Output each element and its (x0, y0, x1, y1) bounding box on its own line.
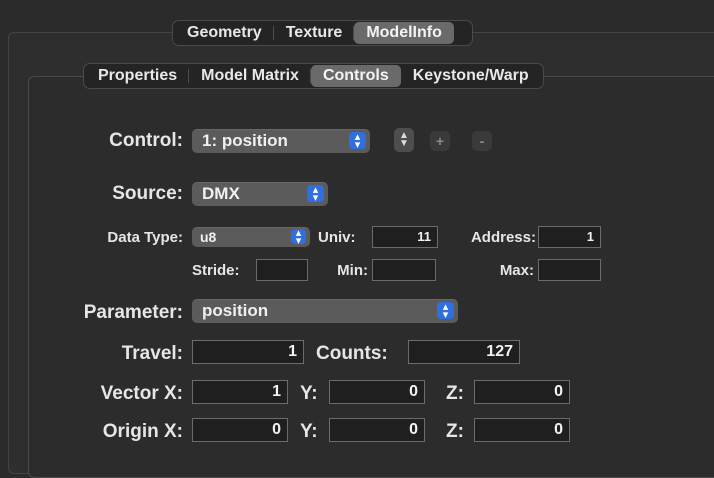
vector-z-label: Z: (446, 383, 464, 404)
travel-label: Travel: (121, 343, 183, 364)
origin-x-field[interactable]: 0 (192, 418, 288, 442)
parameter-popup[interactable]: position ▴ ▾ (192, 299, 458, 323)
chevron-updown-icon: ▴ ▾ (291, 227, 306, 246)
control-label: Control: (109, 130, 183, 151)
origin-z-label: Z: (446, 421, 464, 442)
top-tab-bar: Geometry Texture ModelInfo (172, 20, 473, 46)
chevron-updown-icon: ▴ ▾ (307, 184, 324, 203)
counts-label: Counts: (316, 343, 388, 364)
tab-model-matrix[interactable]: Model Matrix (189, 65, 311, 87)
parameter-label: Parameter: (83, 302, 183, 323)
tab-keystone-warp[interactable]: Keystone/Warp (401, 65, 541, 87)
stride-label: Stride: (192, 262, 240, 279)
vector-x-field[interactable]: 1 (192, 380, 288, 404)
source-label: Source: (112, 183, 183, 204)
max-field[interactable] (538, 259, 601, 281)
travel-field[interactable]: 1 (192, 340, 304, 364)
stepper-down-icon[interactable]: ▼ (399, 139, 409, 149)
data-type-popup[interactable]: u8 ▴ ▾ (192, 227, 310, 247)
univ-label: Univ: (318, 229, 356, 246)
source-popup[interactable]: DMX ▴ ▾ (192, 182, 328, 206)
tab-geometry[interactable]: Geometry (175, 22, 274, 44)
control-popup[interactable]: 1: position ▴ ▾ (192, 129, 370, 153)
max-label: Max: (499, 262, 534, 279)
origin-x-label: Origin X: (102, 421, 183, 442)
address-label: Address: (470, 229, 536, 246)
origin-y-label: Y: (300, 421, 318, 442)
data-type-value: u8 (200, 229, 217, 245)
tab-controls[interactable]: Controls (310, 65, 401, 87)
chevron-updown-icon: ▴ ▾ (437, 301, 454, 320)
vector-x-label: Vector X: (100, 383, 183, 404)
origin-z-field[interactable]: 0 (474, 418, 570, 442)
source-value: DMX (202, 184, 240, 203)
tab-bar-end (454, 22, 470, 44)
vector-z-field[interactable]: 0 (474, 380, 570, 404)
min-field[interactable] (372, 259, 436, 281)
tab-modelinfo[interactable]: ModelInfo (354, 22, 454, 44)
min-label: Min: (337, 262, 368, 279)
data-type-label: Data Type: (107, 229, 183, 246)
control-value: 1: position (202, 131, 288, 150)
sub-tab-bar: Properties Model Matrix Controls Keyston… (83, 63, 544, 89)
tab-texture[interactable]: Texture (274, 22, 355, 44)
control-stepper[interactable]: ▲ ▼ (394, 128, 414, 152)
address-field[interactable]: 1 (538, 226, 601, 248)
origin-y-field[interactable]: 0 (329, 418, 425, 442)
parameter-value: position (202, 301, 269, 320)
counts-field[interactable]: 127 (408, 340, 520, 364)
univ-field[interactable]: 11 (372, 226, 438, 248)
tab-properties[interactable]: Properties (86, 65, 190, 87)
vector-y-label: Y: (300, 383, 318, 404)
stride-field[interactable] (256, 259, 308, 281)
vector-y-field[interactable]: 0 (329, 380, 425, 404)
remove-control-button[interactable]: - (472, 131, 492, 151)
chevron-updown-icon: ▴ ▾ (349, 131, 366, 150)
add-control-button[interactable]: + (430, 131, 450, 151)
